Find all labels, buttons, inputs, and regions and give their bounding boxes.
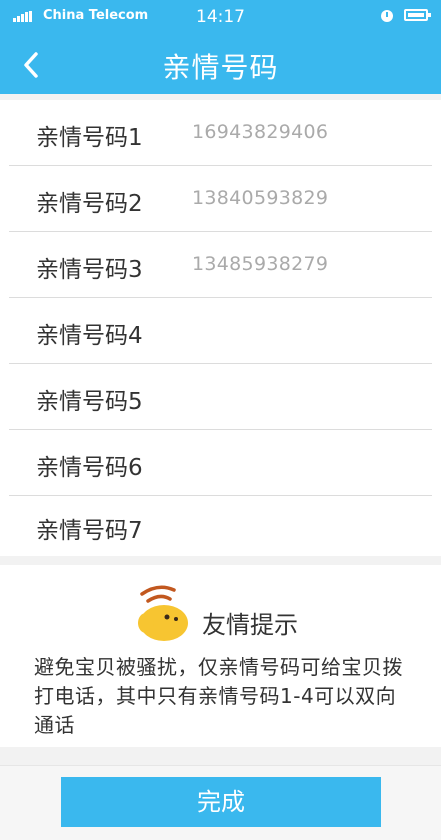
mascot-icon xyxy=(138,585,188,641)
done-button[interactable]: 完成 xyxy=(61,777,381,827)
battery-icon xyxy=(404,9,431,21)
page-title: 亲情号码 xyxy=(162,51,279,84)
family-number-row-2[interactable]: 亲情号码2 13840593829 xyxy=(0,166,441,232)
family-number-list: 亲情号码1 16943829406 亲情号码2 13840593829 亲情号码… xyxy=(0,100,441,556)
tip-title: 友情提示 xyxy=(202,611,298,639)
family-number-label: 亲情号码6 xyxy=(36,455,143,481)
family-number-label: 亲情号码4 xyxy=(36,323,143,349)
status-time: 14:17 xyxy=(196,7,245,27)
bottom-bar: 完成 xyxy=(0,765,441,840)
alarm-clock-icon xyxy=(381,10,393,22)
family-number-row-4[interactable]: 亲情号码4 xyxy=(0,298,441,364)
family-number-label: 亲情号码3 xyxy=(36,257,143,283)
family-number-row-6[interactable]: 亲情号码6 xyxy=(0,430,441,496)
family-number-row-1[interactable]: 亲情号码1 16943829406 xyxy=(0,100,441,166)
family-number-label: 亲情号码7 xyxy=(36,518,143,544)
family-number-label: 亲情号码5 xyxy=(36,389,143,415)
friendly-tip-panel: 友情提示 避免宝贝被骚扰，仅亲情号码可给宝贝拨打电话，其中只有亲情号码1-4可以… xyxy=(0,565,441,747)
family-number-row-7[interactable]: 亲情号码7 xyxy=(0,493,441,559)
family-number-row-5[interactable]: 亲情号码5 xyxy=(0,364,441,430)
family-number-value[interactable]: 13840593829 xyxy=(192,187,328,209)
family-number-row-3[interactable]: 亲情号码3 13485938279 xyxy=(0,232,441,298)
status-bar: China Telecom 14:17 xyxy=(0,0,441,34)
family-number-label: 亲情号码1 xyxy=(36,125,143,151)
tip-body: 避免宝贝被骚扰，仅亲情号码可给宝贝拨打电话，其中只有亲情号码1-4可以双向通话 xyxy=(34,655,403,737)
top-bar: China Telecom 14:17 亲情号码 xyxy=(0,0,441,94)
family-number-value[interactable]: 16943829406 xyxy=(192,121,328,143)
family-number-label: 亲情号码2 xyxy=(36,191,143,217)
family-number-value[interactable]: 13485938279 xyxy=(192,253,328,275)
